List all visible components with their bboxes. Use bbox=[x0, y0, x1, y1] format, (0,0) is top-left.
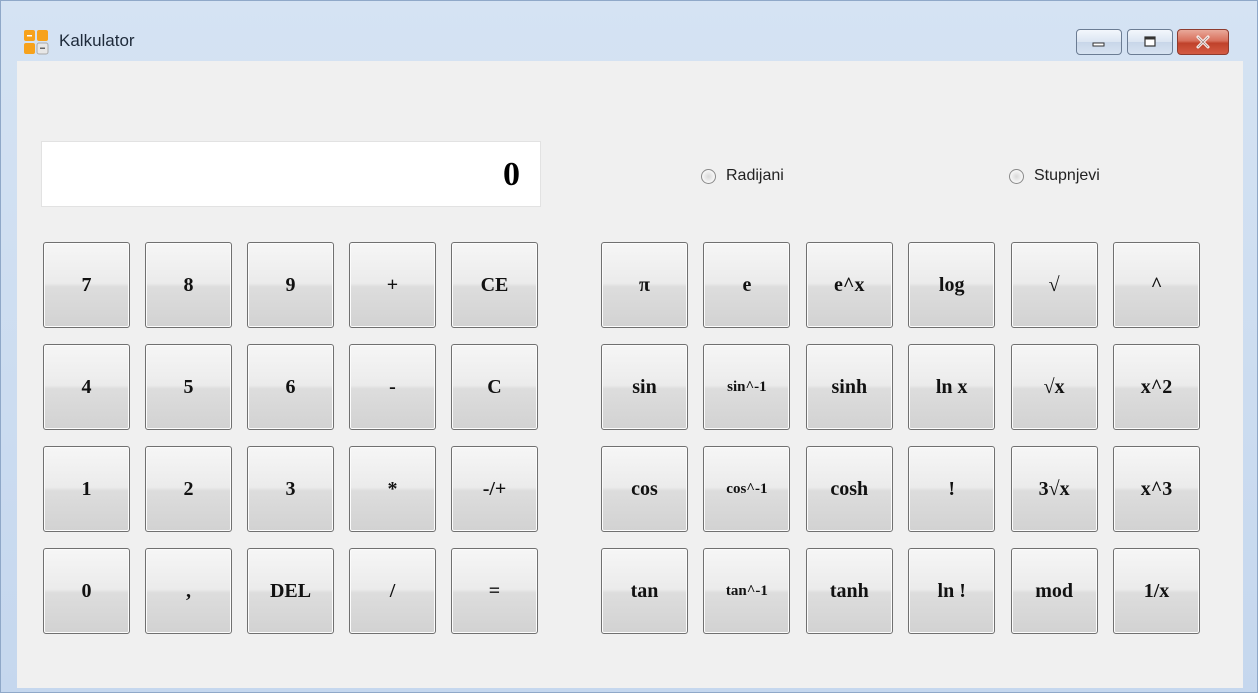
maximize-icon bbox=[1144, 36, 1156, 47]
key-0-button[interactable]: 0 bbox=[43, 548, 130, 634]
key-sin-button[interactable]: sin bbox=[601, 344, 688, 430]
key-equals-button[interactable]: = bbox=[451, 548, 538, 634]
key-ln-button[interactable]: ln ! bbox=[908, 548, 996, 634]
key-ln-x-button[interactable]: ln x bbox=[908, 344, 996, 430]
key-cospow-1-button[interactable]: cos^-1 bbox=[703, 446, 791, 532]
key-5-button[interactable]: 5 bbox=[145, 344, 232, 430]
key-del-button[interactable]: DEL bbox=[247, 548, 334, 634]
key-comma-button[interactable]: , bbox=[145, 548, 232, 634]
key-xpow2-button[interactable]: x^2 bbox=[1113, 344, 1200, 430]
radio-label-stupnjevi: Stupnjevi bbox=[1034, 167, 1100, 184]
key-1-button[interactable]: 1 bbox=[43, 446, 130, 532]
key-cos-button[interactable]: cos bbox=[601, 446, 688, 532]
close-icon bbox=[1196, 35, 1210, 49]
calculator-app-icon bbox=[24, 30, 49, 55]
key-cosh-button[interactable]: cosh bbox=[805, 446, 893, 532]
radio-label-radijani: Radijani bbox=[726, 167, 784, 184]
client-area: 0 Radijani Stupnjevi 7 8 9 + CE 4 5 6- C 1 2 3 * -/+ 0… bbox=[17, 61, 1243, 688]
key-plus-button[interactable]: + bbox=[349, 242, 436, 328]
minimize-icon bbox=[1092, 42, 1105, 47]
key-7-button[interactable]: 7 bbox=[43, 242, 130, 328]
key-4-button[interactable]: 4 bbox=[43, 344, 130, 430]
radio-button-icon[interactable] bbox=[1009, 168, 1024, 184]
key-negate-button[interactable]: -/+ bbox=[451, 446, 538, 532]
key-xpow3-button[interactable]: x^3 bbox=[1113, 446, 1200, 532]
radio-radijani[interactable]: Radijani bbox=[701, 167, 784, 185]
key-epowx-button[interactable]: e^x bbox=[805, 242, 893, 328]
key-e-button[interactable]: e bbox=[703, 242, 791, 328]
window-title: Kalkulator bbox=[59, 31, 135, 50]
key-1-x-button[interactable]: 1/x bbox=[1113, 548, 1200, 634]
key-tanpow-1-button[interactable]: tan^-1 bbox=[703, 548, 791, 634]
key-sinpow-1-button[interactable]: sin^-1 bbox=[703, 344, 791, 430]
key-3sqrtx-button[interactable]: 3√x bbox=[1010, 446, 1098, 532]
minimize-button[interactable] bbox=[1076, 29, 1122, 55]
radio-stupnjevi[interactable]: Stupnjevi bbox=[1009, 167, 1100, 185]
key-2-button[interactable]: 2 bbox=[145, 446, 232, 532]
key-8-button[interactable]: 8 bbox=[145, 242, 232, 328]
key-c-button[interactable]: C bbox=[451, 344, 538, 430]
key-sqrt-button[interactable]: √ bbox=[1010, 242, 1098, 328]
key-9-button[interactable]: 9 bbox=[247, 242, 334, 328]
key-divide-button[interactable]: / bbox=[349, 548, 436, 634]
key-log-button[interactable]: log bbox=[908, 242, 996, 328]
key-tanh-button[interactable]: tanh bbox=[805, 548, 893, 634]
key-6-button[interactable]: 6 bbox=[247, 344, 334, 430]
radio-button-icon[interactable] bbox=[701, 168, 716, 184]
key-ce-button[interactable]: CE bbox=[451, 242, 538, 328]
result-display[interactable]: 0 bbox=[41, 141, 541, 207]
key-pi-button[interactable]: π bbox=[601, 242, 688, 328]
maximize-button[interactable] bbox=[1127, 29, 1173, 55]
title-bar[interactable]: Kalkulator bbox=[1, 1, 1257, 61]
key-power-button[interactable]: ^ bbox=[1113, 242, 1200, 328]
key-factorial-button[interactable]: ! bbox=[908, 446, 996, 532]
key-mod-button[interactable]: mod bbox=[1010, 548, 1098, 634]
close-button[interactable] bbox=[1177, 29, 1229, 55]
key-3-button[interactable]: 3 bbox=[247, 446, 334, 532]
key-sinh-button[interactable]: sinh bbox=[805, 344, 893, 430]
key-sqrtx-button[interactable]: √x bbox=[1010, 344, 1098, 430]
key-tan-button[interactable]: tan bbox=[601, 548, 688, 634]
calculator-window: Kalkulator 0 Radijani Stupnjevi 7 8 9 + … bbox=[0, 0, 1258, 693]
key-multiply-button[interactable]: * bbox=[349, 446, 436, 532]
key-minus-button[interactable]: - bbox=[349, 344, 436, 430]
